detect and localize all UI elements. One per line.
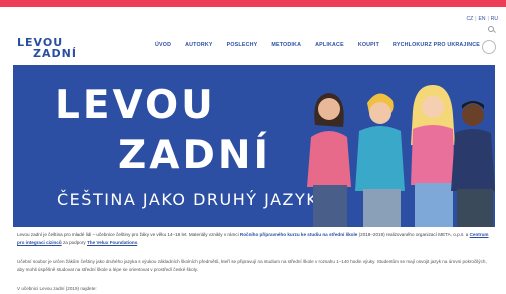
hero-title-line2: ZADNÍ xyxy=(118,133,271,178)
lang-separator: | xyxy=(475,16,477,22)
nav-item-rychlokurz[interactable]: RYCHLOKURZ PRO UKRAJINCE xyxy=(393,42,480,48)
main-navigation: ÚVOD AUTORKY POSLECHY METODIKA APLIKACE … xyxy=(155,42,480,48)
intro-bold-course: Ročního přípravného kurzu ke studiu na s… xyxy=(239,232,358,237)
language-switcher: CZ | EN | RU xyxy=(467,16,498,22)
student-figure xyxy=(355,93,405,227)
hero-title-line1: LEVOU xyxy=(55,83,216,128)
lang-ru-link[interactable]: RU xyxy=(491,16,498,22)
students-illustration xyxy=(307,85,495,227)
contents-heading-paragraph: V učebnici Levou zadní (2019) najdete: xyxy=(17,286,97,291)
nav-item-koupit[interactable]: KOUPIT xyxy=(358,42,379,48)
student-figure xyxy=(307,93,351,227)
menu-toggle-button[interactable] xyxy=(482,40,496,54)
intro-paragraph: Levou zadní je čeština pro mladé lidi – … xyxy=(17,231,495,246)
intro-text: za podpory xyxy=(61,239,87,245)
nav-item-autorky[interactable]: AUTORKY xyxy=(185,42,213,48)
search-icon[interactable] xyxy=(488,26,494,32)
intro-text: (2018–2019) realizovaného organizací MET… xyxy=(357,232,470,237)
student-figure xyxy=(411,85,455,227)
lang-en-link[interactable]: EN xyxy=(479,16,486,22)
hero-banner: LEVOU ZADNÍ ČEŠTINA JAKO DRUHÝ JAZYK xyxy=(13,65,495,227)
logo-line2: ZADNÍ xyxy=(33,47,77,60)
link-velux[interactable]: The Velux Foundations xyxy=(87,240,137,245)
nav-item-poslechy[interactable]: POSLECHY xyxy=(227,42,258,48)
hero-tagline: ČEŠTINA JAKO DRUHÝ JAZYK xyxy=(57,190,319,209)
nav-item-metodika[interactable]: METODIKA xyxy=(271,42,301,48)
description-paragraph: Učební soubor je určen žákům češtiny jak… xyxy=(17,259,487,272)
lang-separator: | xyxy=(487,16,489,22)
student-figure xyxy=(451,101,495,227)
site-logo[interactable]: LEVOU ZADNÍ xyxy=(17,36,87,62)
top-accent-bar xyxy=(0,0,506,7)
nav-item-aplikace[interactable]: APLIKACE xyxy=(315,42,344,48)
intro-text: Levou zadní je čeština pro mladé lidi – … xyxy=(17,232,240,237)
lang-cz-link[interactable]: CZ xyxy=(467,16,474,22)
nav-item-uvod[interactable]: ÚVOD xyxy=(155,42,171,48)
intro-text: . xyxy=(137,239,139,245)
